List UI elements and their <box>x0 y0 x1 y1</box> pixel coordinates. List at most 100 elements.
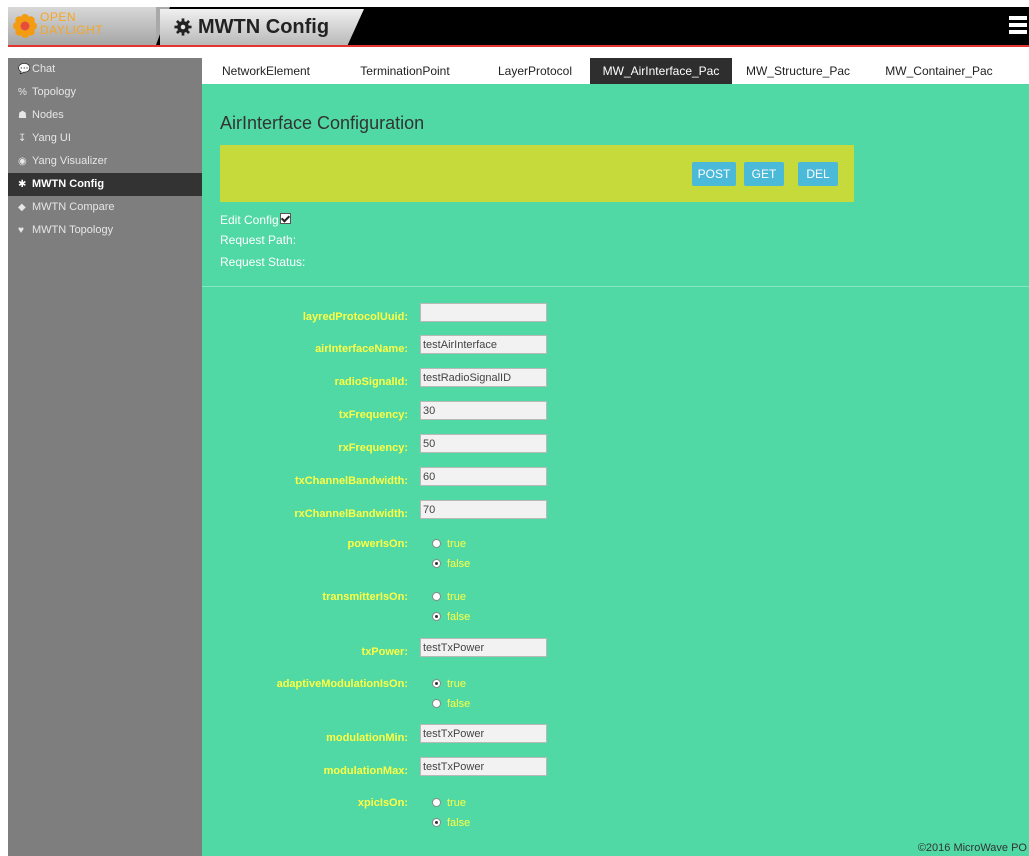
edit-config-label: Edit Config <box>220 213 279 227</box>
brand-text: OPEN DAYLIGHT <box>40 11 103 37</box>
modulation-min-label: modulationMin: <box>326 732 408 744</box>
rx-frequency-input[interactable] <box>420 434 547 453</box>
tab-layer-protocol[interactable]: LayerProtocol <box>480 58 590 84</box>
tx-frequency-input[interactable] <box>420 401 547 420</box>
radio-button[interactable] <box>432 698 441 708</box>
radio-signal-id-input[interactable] <box>420 368 547 387</box>
nodes-icon: ☗ <box>18 110 27 121</box>
air-interface-name-label: airInterfaceName: <box>315 343 408 355</box>
rx-channel-bandwidth-input[interactable] <box>420 500 547 519</box>
xpic-is-on-label: xpicIsOn: <box>357 797 408 809</box>
air-interface-name-input[interactable] <box>420 335 547 354</box>
xpic-is-on-false-radio[interactable]: false <box>432 817 470 829</box>
chat-icon: 💬 <box>18 64 31 75</box>
section-divider <box>202 286 1029 287</box>
page-title: AirInterface Configuration <box>220 113 425 133</box>
del-button[interactable]: DEL <box>798 162 838 186</box>
sidebar: 💬 Chat % Topology ☗ Nodes ↧ Yang UI ◉ Yang Vi… <box>8 58 202 856</box>
radio-label: false <box>447 611 471 623</box>
radio-label: false <box>447 558 471 570</box>
tx-channel-bandwidth-label: txChannelBandwidth: <box>294 475 408 487</box>
footer-copyright: ©2016 MicroWave PO <box>917 842 1027 854</box>
rx-channel-bandwidth-label: rxChannelBandwidth: <box>294 508 408 520</box>
page-title-header: MWTN Config <box>198 16 330 38</box>
radio-button-selected[interactable] <box>432 678 441 688</box>
transmitter-is-on-false-radio[interactable]: false <box>432 611 470 623</box>
gear-icon: ✱ <box>18 179 27 190</box>
radio-button-selected[interactable] <box>432 817 441 827</box>
radio-button[interactable] <box>432 797 441 807</box>
sidebar-item-topology[interactable]: % Topology <box>8 81 202 104</box>
power-is-on-false-radio[interactable]: false <box>432 558 470 570</box>
tx-channel-bandwidth-input[interactable] <box>420 467 547 486</box>
xpic-is-on-true-radio[interactable]: true <box>432 797 466 809</box>
main-content: AirInterface Configuration POST GET DEL … <box>202 84 1029 856</box>
tx-power-label: txPower: <box>361 646 408 658</box>
sidebar-item-yang-ui[interactable]: ↧ Yang UI <box>8 127 202 150</box>
radio-button-selected[interactable] <box>432 611 441 621</box>
sidebar-item-label: MWTN Topology <box>32 224 114 236</box>
radio-signal-id-label: radioSignalId: <box>334 376 408 388</box>
radio-label: true <box>447 678 466 690</box>
post-button[interactable]: POST <box>692 162 736 186</box>
flower-logo-icon <box>13 14 37 38</box>
sidebar-item-label: Topology <box>32 86 77 98</box>
rx-frequency-label: rxFrequency: <box>338 442 408 454</box>
radio-button[interactable] <box>432 538 441 548</box>
power-is-on-true-radio[interactable]: true <box>432 538 466 550</box>
power-is-on-label: powerIsOn: <box>347 538 408 550</box>
tx-power-input[interactable] <box>420 638 547 657</box>
request-path-label: Request Path: <box>220 233 297 247</box>
adaptive-modulation-true-radio[interactable]: true <box>432 678 466 690</box>
radio-label: false <box>447 698 471 710</box>
tab-network-element[interactable]: NetworkElement <box>202 58 330 84</box>
hamburger-menu-icon[interactable] <box>1009 16 1027 36</box>
sidebar-item-mwtn-config[interactable]: ✱ MWTN Config <box>8 173 202 196</box>
transmitter-is-on-true-radio[interactable]: true <box>432 591 466 603</box>
tx-frequency-label: txFrequency: <box>338 409 408 421</box>
get-button[interactable]: GET <box>744 162 784 186</box>
sidebar-item-label: Chat <box>32 63 56 75</box>
layred-protocol-uuid-input[interactable] <box>420 303 547 322</box>
tab-strip: NetworkElement TerminationPoint LayerPro… <box>202 58 1029 85</box>
transmitter-is-on-label: transmitterIsOn: <box>322 591 408 603</box>
topology-icon: % <box>18 87 27 98</box>
heart-icon: ♥ <box>18 225 24 236</box>
adaptive-modulation-false-radio[interactable]: false <box>432 698 470 710</box>
app-title-tab: MWTN Config <box>160 9 364 45</box>
sidebar-item-label: MWTN Config <box>32 178 105 190</box>
radio-label: true <box>447 538 466 550</box>
sidebar-item-chat[interactable]: 💬 Chat <box>8 58 202 81</box>
radio-button-selected[interactable] <box>432 558 441 568</box>
modulation-max-label: modulationMax: <box>323 765 408 777</box>
request-status-label: Request Status: <box>220 255 306 269</box>
tab-mw-airinterface-pac[interactable]: MW_AirInterface_Pac <box>590 58 732 84</box>
action-bar: POST GET DEL <box>220 145 854 202</box>
sidebar-item-label: Yang Visualizer <box>32 155 108 167</box>
layred-protocol-uuid-label: layredProtocolUuid: <box>302 311 408 323</box>
eye-icon: ◉ <box>18 156 27 167</box>
tab-mw-container-pac[interactable]: MW_Container_Pac <box>864 58 1014 84</box>
brand-line2: DAYLIGHT <box>40 23 104 37</box>
sidebar-item-mwtn-compare[interactable]: ◆ MWTN Compare <box>8 196 202 219</box>
radio-label: true <box>447 591 466 603</box>
yang-ui-icon: ↧ <box>18 133 27 144</box>
sidebar-item-label: MWTN Compare <box>32 201 115 213</box>
gear-icon <box>174 18 192 36</box>
tab-termination-point[interactable]: TerminationPoint <box>330 58 480 84</box>
sidebar-item-label: Yang UI <box>32 132 71 144</box>
sidebar-item-yang-visualizer[interactable]: ◉ Yang Visualizer <box>8 150 202 173</box>
opendaylight-logo[interactable]: OPEN DAYLIGHT <box>8 7 156 45</box>
sidebar-item-mwtn-topology[interactable]: ♥ MWTN Topology <box>8 219 202 242</box>
radio-label: true <box>447 797 466 809</box>
tag-icon: ◆ <box>18 202 26 213</box>
tab-mw-structure-pac[interactable]: MW_Structure_Pac <box>732 58 864 84</box>
radio-label: false <box>447 817 471 829</box>
radio-button[interactable] <box>432 591 441 601</box>
top-bar: OPEN DAYLIGHT MWTN Config <box>8 7 1029 45</box>
modulation-min-input[interactable] <box>420 724 547 743</box>
header-divider <box>8 45 1029 47</box>
sidebar-item-nodes[interactable]: ☗ Nodes <box>8 104 202 127</box>
modulation-max-input[interactable] <box>420 757 547 776</box>
edit-config-checkbox[interactable] <box>279 213 291 225</box>
